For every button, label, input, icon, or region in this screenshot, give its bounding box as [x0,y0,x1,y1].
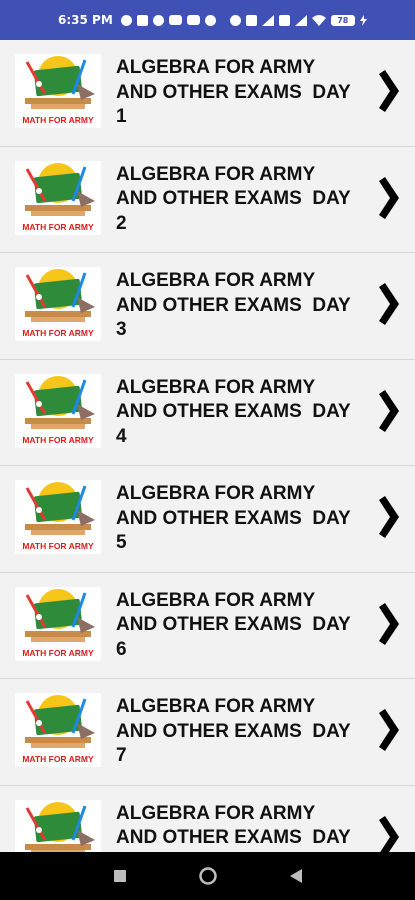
youtube-icon [186,15,200,25]
list-item[interactable]: MATH FOR ARMY ALGEBRA FOR ARMY AND OTHER… [0,466,415,573]
math-for-army-thumbnail: MATH FOR ARMY [15,373,101,448]
title-line-3: 5 [116,532,127,553]
lesson-title: ALGEBRA FOR ARMY AND OTHER EXAMS DAY 6 [116,589,366,663]
title-line-1: ALGEBRA FOR ARMY [116,163,316,185]
back-button[interactable] [287,867,305,885]
title-line-2: AND OTHER EXAMS DAY [116,294,351,316]
signal-icon [294,14,307,26]
list-item[interactable]: MATH FOR ARMY ALGEBRA FOR ARMY AND OTHER… [0,572,415,679]
thumbnail-label: MATH FOR ARMY [22,221,94,232]
list-item[interactable]: MATH FOR ARMY ALGEBRA FOR ARMY AND OTHER… [0,253,415,360]
status-bar: 6:35 PM 78 [0,0,415,40]
system-icons: 78 [229,14,367,26]
back-icon [289,869,302,883]
list-item[interactable]: MATH FOR ARMY ALGEBRA FOR ARMY AND OTHER… [0,785,415,853]
list-item[interactable]: MATH FOR ARMY ALGEBRA FOR ARMY AND OTHER… [0,40,415,147]
list-item[interactable]: MATH FOR ARMY ALGEBRA FOR ARMY AND OTHER… [0,146,415,253]
math-tools-illustration [25,801,95,852]
math-tools-illustration [25,56,95,109]
title-line-1: ALGEBRA FOR ARMY [116,802,316,824]
title-line-3: 7 [116,745,127,766]
battery-icon: 78 [330,14,355,26]
title-line-1: ALGEBRA FOR ARMY [116,57,316,78]
math-for-army-thumbnail: MATH FOR ARMY [15,799,101,852]
list-item[interactable]: MATH FOR ARMY ALGEBRA FOR ARMY AND OTHER… [0,359,415,466]
math-tools-illustration [25,269,95,322]
notification-icons [120,14,216,26]
thumbnail-label: MATH FOR ARMY [22,115,94,125]
thumbnail-label: MATH FOR ARMY [22,754,94,764]
title-line-3: 2 [116,212,127,234]
math-for-army-thumbnail: MATH FOR ARMY [15,54,101,128]
alarm-icon [229,14,241,26]
chevron-right-icon[interactable] [377,496,399,538]
title-line-1: ALGEBRA FOR ARMY [116,696,316,717]
title-line-1: ALGEBRA FOR ARMY [116,270,316,291]
chevron-right-icon[interactable] [377,176,399,219]
chevron-right-icon[interactable] [377,815,399,853]
math-tools-illustration [25,375,95,429]
title-line-1: ALGEBRA FOR ARMY [116,376,316,398]
title-line-3: 1 [116,106,127,127]
math-for-army-thumbnail: MATH FOR ARMY [15,267,101,341]
title-line-2: AND OTHER EXAMS DAY [116,507,351,529]
lesson-title: ALGEBRA FOR ARMY AND OTHER EXAMS DAY 1 [116,56,366,130]
volte-icon [245,14,257,26]
math-tools-illustration [25,588,95,642]
thumbnail-label: MATH FOR ARMY [22,647,94,658]
facebook-icon [152,14,164,26]
signal-icon [261,14,274,26]
math-tools-illustration [25,695,95,748]
charging-icon [359,14,367,26]
wifi-icon [311,14,326,26]
home-icon [198,867,217,885]
title-line-3: 4 [116,425,127,447]
title-line-3: 6 [116,638,127,660]
list-item[interactable]: MATH FOR ARMY ALGEBRA FOR ARMY AND OTHER… [0,679,415,786]
thumbnail-label: MATH FOR ARMY [22,328,94,338]
chevron-right-icon[interactable] [377,602,399,645]
whatsapp-icon [204,14,216,26]
title-line-2: AND OTHER EXAMS DAY [116,827,351,848]
title-line-3: 3 [116,319,127,340]
lesson-title: ALGEBRA FOR ARMY AND OTHER EXAMS DAY [116,802,366,851]
status-time: 6:35 PM [58,13,113,27]
math-tools-illustration [25,162,95,216]
chevron-right-icon[interactable] [377,70,399,112]
lesson-title: ALGEBRA FOR ARMY AND OTHER EXAMS DAY 3 [116,269,366,343]
lesson-title: ALGEBRA FOR ARMY AND OTHER EXAMS DAY 5 [116,482,366,556]
title-line-2: AND OTHER EXAMS DAY [116,401,351,422]
math-tools-illustration [25,482,95,535]
math-for-army-thumbnail: MATH FOR ARMY [15,160,101,235]
navigation-bar [0,852,415,900]
title-line-2: AND OTHER EXAMS DAY [116,81,351,103]
lesson-title: ALGEBRA FOR ARMY AND OTHER EXAMS DAY 4 [116,376,366,450]
math-for-army-thumbnail: MATH FOR ARMY [15,586,101,661]
lesson-title: ALGEBRA FOR ARMY AND OTHER EXAMS DAY 7 [116,695,366,769]
chevron-right-icon[interactable] [377,283,399,325]
thumbnail-label: MATH FOR ARMY [22,541,94,551]
thumbnail-label: MATH FOR ARMY [22,434,94,445]
title-line-2: AND OTHER EXAMS DAY [116,614,351,635]
math-for-army-thumbnail: MATH FOR ARMY [15,693,101,767]
chevron-right-icon[interactable] [377,709,399,751]
volte-icon [278,14,290,26]
youtube-icon [168,15,182,25]
lesson-list: MATH FOR ARMY ALGEBRA FOR ARMY AND OTHER… [0,40,415,852]
chevron-right-icon[interactable] [377,389,399,432]
title-line-1: ALGEBRA FOR ARMY [116,483,316,504]
title-line-1: ALGEBRA FOR ARMY [116,589,316,611]
math-for-army-thumbnail: MATH FOR ARMY [15,480,101,554]
recents-button[interactable] [111,867,129,885]
title-line-2: AND OTHER EXAMS DAY [116,188,351,209]
recents-icon [113,870,126,882]
settings-icon [120,14,132,26]
title-line-2: AND OTHER EXAMS DAY [116,720,351,742]
lesson-title: ALGEBRA FOR ARMY AND OTHER EXAMS DAY 2 [116,163,366,237]
home-button[interactable] [198,867,217,885]
sim-icon [136,14,148,26]
